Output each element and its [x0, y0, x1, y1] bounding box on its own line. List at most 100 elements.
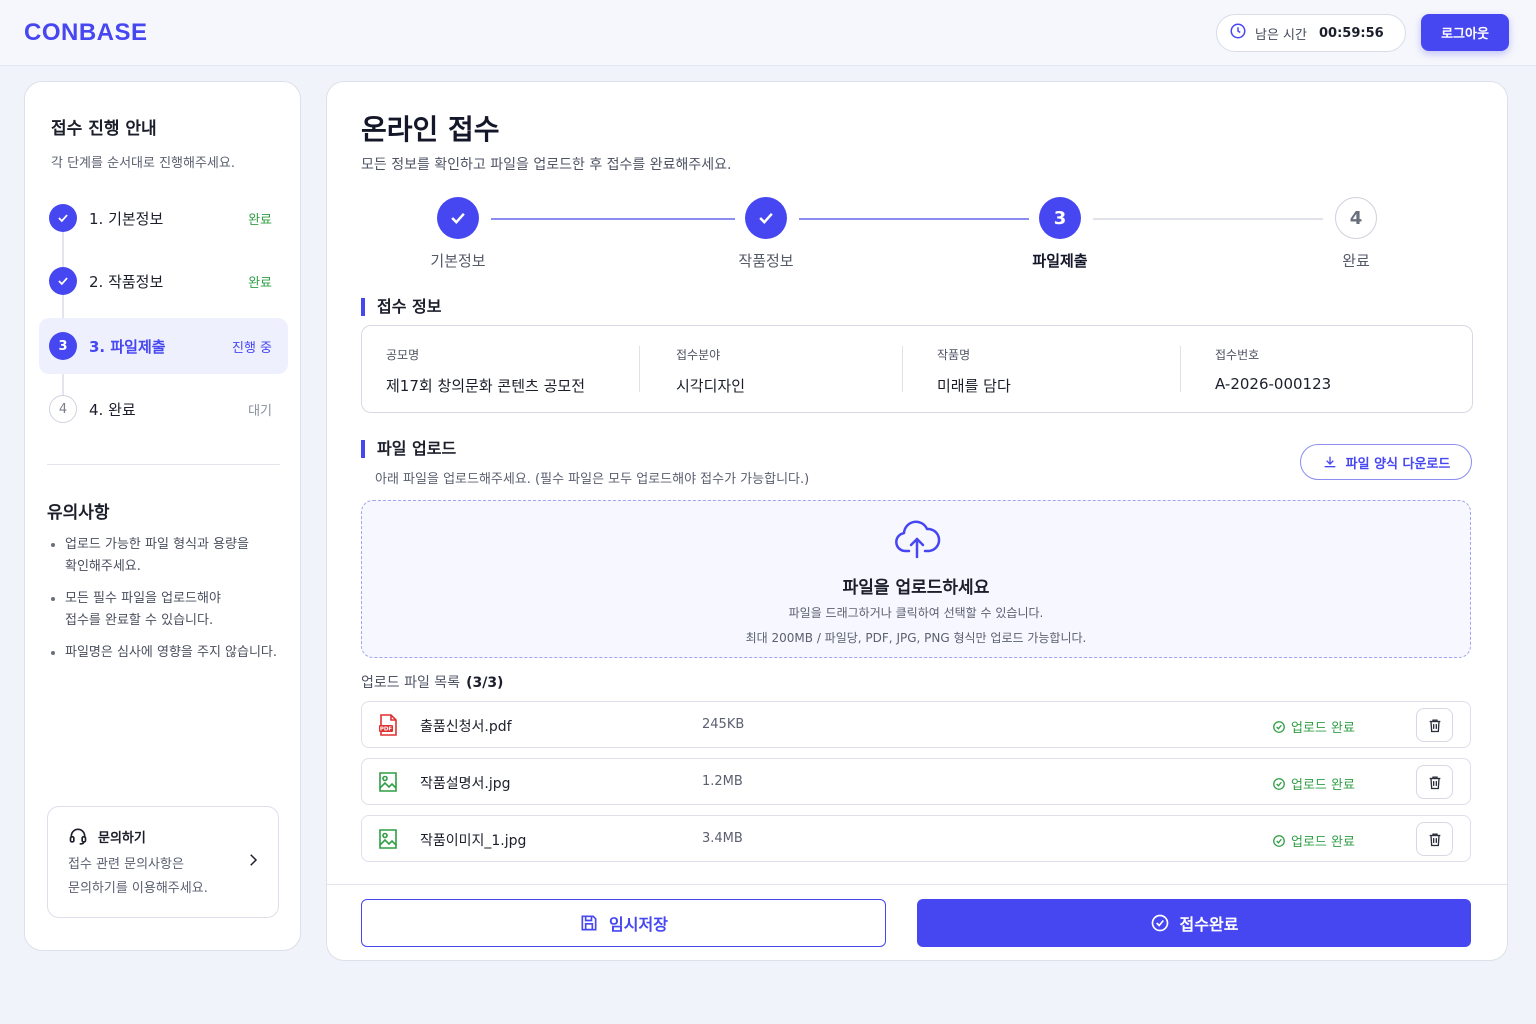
sidebar-step-label: 2. 작품정보 [89, 272, 164, 291]
page-desc: 모든 정보를 확인하고 파일을 업로드한 후 접수를 완료해주세요. [361, 157, 732, 173]
svg-text:PDF: PDF [380, 727, 393, 733]
stepper-connector [1093, 218, 1323, 220]
check-icon [49, 204, 77, 232]
image-file-icon [378, 828, 398, 854]
stepper-label: 완료 [1342, 252, 1370, 270]
check-circle-icon [1151, 914, 1168, 932]
sidebar-step-basic-info[interactable]: 1. 기본정보 완료 [39, 190, 288, 246]
main-panel: 온라인 접수 모든 정보를 확인하고 파일을 업로드한 후 접수를 완료해주세요… [326, 81, 1508, 961]
cloud-upload-icon [893, 517, 941, 565]
file-row: PDF 출품신청서.pdf 245KB 업로드 완료 [361, 701, 1471, 748]
check-icon [451, 212, 465, 224]
sidebar-step-status: 진행 중 [231, 340, 272, 356]
download-template-label: 파일 양식 다운로드 [1345, 456, 1451, 472]
file-list-label: 업로드 파일 목록 [361, 675, 461, 691]
top-header: CONBASE 남은 시간 00:59:56 로그아웃 [0, 0, 1536, 66]
info-key: 접수번호 [1215, 348, 1260, 362]
submit-label: 접수완료 [1179, 915, 1239, 934]
info-work-title: 작품명 미래를 담다 [937, 346, 1011, 396]
file-list-title: 업로드 파일 목록 (3/3) [361, 672, 503, 692]
file-size: 1.2MB [702, 774, 743, 789]
clock-icon [1229, 22, 1247, 44]
info-value: 제17회 창의문화 콘텐츠 공모전 [386, 377, 585, 395]
file-status-label: 업로드 완료 [1291, 835, 1355, 850]
sidebar-step-work-info[interactable]: 2. 작품정보 완료 [39, 253, 288, 309]
info-value: 미래를 담다 [937, 377, 1011, 395]
check-icon [759, 212, 773, 224]
pdf-file-icon: PDF [378, 714, 398, 740]
sidebar-step-label: 1. 기본정보 [89, 209, 164, 228]
timer-label: 남은 시간 [1255, 27, 1307, 43]
help-card[interactable]: 문의하기 접수 관련 문의사항은 문의하기를 이용해주세요. [47, 806, 279, 918]
help-title: 문의하기 [98, 831, 146, 846]
temp-save-button[interactable]: 임시저장 [361, 899, 886, 947]
file-row: 작품이미지_1.jpg 3.4MB 업로드 완료 [361, 815, 1471, 862]
info-receipt-number: 접수번호 A-2026-000123 [1215, 346, 1331, 393]
file-size: 245KB [702, 717, 745, 732]
file-status-label: 업로드 완료 [1291, 778, 1355, 793]
sidebar-step-complete[interactable]: 4 4. 완료 대기 [39, 381, 288, 437]
info-divider [902, 346, 903, 392]
info-key: 접수분야 [676, 348, 721, 362]
sidebar-step-label: 3. 파일제출 [89, 337, 166, 356]
delete-file-button[interactable] [1416, 822, 1453, 856]
info-divider [639, 346, 640, 392]
download-icon [1324, 456, 1335, 468]
sidebar-step-status: 완료 [248, 275, 272, 291]
dropzone-title: 파일을 업로드하세요 [842, 578, 990, 598]
file-row: 작품설명서.jpg 1.2MB 업로드 완료 [361, 758, 1471, 805]
info-key: 작품명 [937, 348, 971, 362]
stepper-connector [799, 218, 1029, 220]
notice-list: 업로드 가능한 파일 형식과 용량을 확인해주세요. 모든 필수 파일을 업로드… [47, 534, 287, 674]
temp-save-label: 임시저장 [609, 915, 668, 934]
upload-desc: 아래 파일을 업로드해주세요. (필수 파일은 모두 업로드해야 접수가 가능합… [375, 472, 810, 487]
info-category: 접수분야 시각디자인 [676, 346, 745, 396]
timer-value: 00:59:56 [1318, 25, 1384, 41]
stepper-label: 파일제출 [1032, 252, 1088, 270]
delete-file-button[interactable] [1416, 765, 1453, 799]
floppy-disk-icon [581, 915, 597, 931]
submit-button[interactable]: 접수완료 [917, 899, 1471, 947]
file-name: 출품신청서.pdf [420, 719, 512, 735]
trash-icon [1429, 776, 1440, 789]
file-status-label: 업로드 완료 [1291, 721, 1355, 736]
step-number: 4 [49, 395, 77, 423]
chevron-right-icon [244, 851, 262, 873]
notice-title: 유의사항 [47, 503, 110, 523]
file-name: 작품설명서.jpg [420, 776, 511, 792]
footer-divider [327, 884, 1507, 885]
stepper-step-4[interactable]: 4 [1335, 197, 1377, 239]
file-dropzone[interactable]: 파일을 업로드하세요 파일을 드래그하거나 클릭하여 선택할 수 있습니다. 최… [361, 500, 1471, 658]
info-section-title: 접수 정보 [361, 298, 441, 316]
info-value: A-2026-000123 [1215, 375, 1332, 393]
stepper-step-2[interactable] [745, 197, 787, 239]
stepper-step-3[interactable]: 3 [1039, 197, 1081, 239]
headset-icon [68, 826, 88, 850]
file-size: 3.4MB [702, 831, 743, 846]
sidebar-step-status: 완료 [248, 212, 272, 228]
notice-item: 모든 필수 파일을 업로드해야 접수를 완료할 수 있습니다. [47, 588, 287, 632]
upload-section-title: 파일 업로드 [361, 440, 456, 458]
stepper-step-1[interactable] [437, 197, 479, 239]
sidebar-divider [47, 464, 280, 465]
info-value: 시각디자인 [676, 377, 746, 395]
logo[interactable]: CONBASE [24, 19, 148, 47]
sidebar-step-file-submit[interactable]: 3 3. 파일제출 진행 중 [39, 318, 288, 374]
file-name: 작품이미지_1.jpg [420, 833, 527, 849]
download-template-button[interactable]: 파일 양식 다운로드 [1300, 444, 1472, 480]
logout-button[interactable]: 로그아웃 [1421, 14, 1509, 51]
delete-file-button[interactable] [1416, 708, 1453, 742]
sidebar-step-status: 대기 [248, 403, 272, 419]
submission-info-box: 공모명 제17회 창의문화 콘텐츠 공모전 접수분야 시각디자인 작품명 미래를… [361, 325, 1473, 413]
trash-icon [1429, 833, 1440, 846]
dropzone-limit: 최대 200MB / 파일당, PDF, JPG, PNG 형식만 업로드 가능… [745, 631, 1087, 645]
stepper-label: 작품정보 [738, 252, 794, 270]
step-number: 3 [49, 332, 77, 360]
info-contest: 공모명 제17회 창의문화 콘텐츠 공모전 [386, 346, 585, 396]
notice-item: 파일명은 심사에 영향을 주지 않습니다. [47, 642, 287, 664]
file-status: 업로드 완료 [1272, 717, 1355, 736]
info-divider [1180, 346, 1181, 392]
sidebar-step-label: 4. 완료 [89, 400, 136, 419]
progress-sidebar: 접수 진행 안내 각 단계를 순서대로 진행해주세요. 1. 기본정보 완료 2… [24, 81, 301, 951]
sidebar-desc: 각 단계를 순서대로 진행해주세요. [51, 156, 235, 171]
